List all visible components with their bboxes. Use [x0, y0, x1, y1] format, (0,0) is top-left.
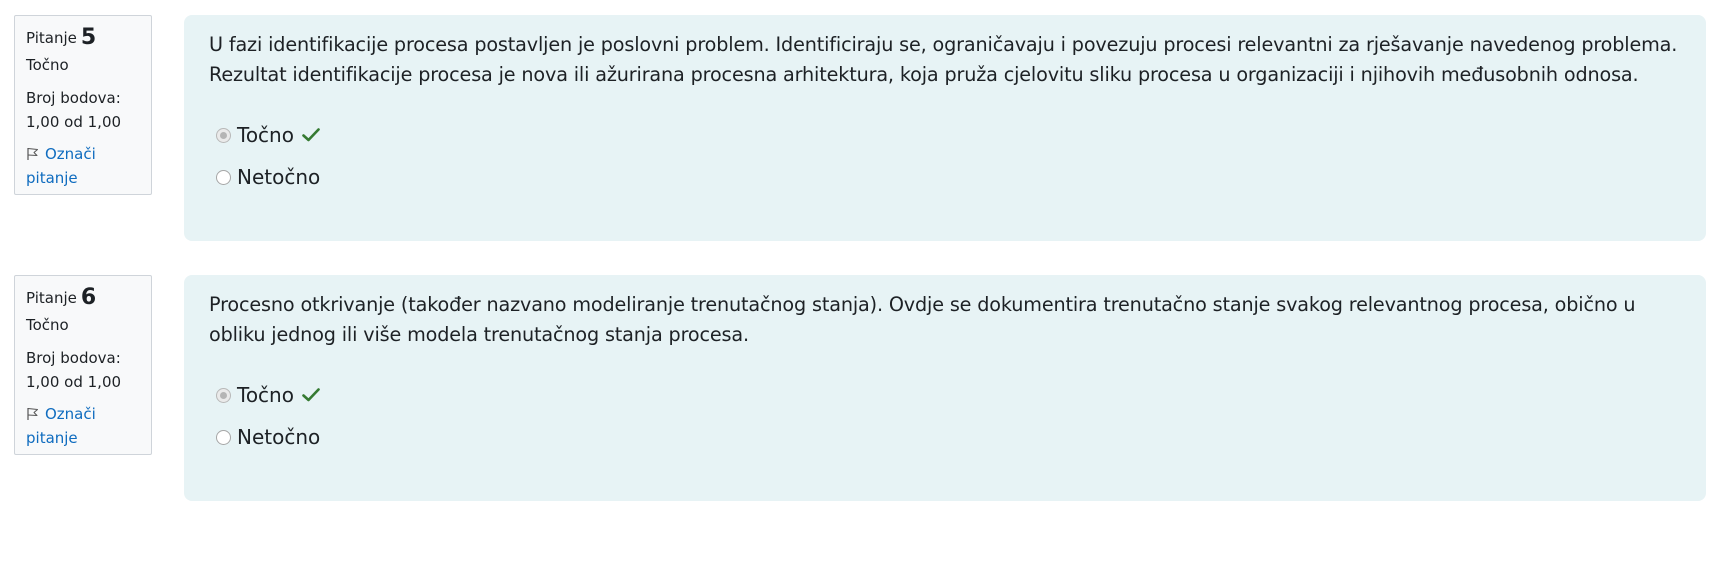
question-number: 6 — [80, 285, 97, 310]
answer-radio[interactable] — [216, 429, 231, 445]
question-text: U fazi identifikacije procesa postavljen… — [209, 33, 1678, 86]
grade-label: Broj bodova: — [26, 89, 121, 107]
grade-value: 1,00 od 1,00 — [26, 373, 122, 391]
flag-icon — [27, 408, 38, 420]
question-state: Točno — [26, 316, 69, 334]
flag-question-link[interactable]: Označi pitanje — [26, 402, 140, 450]
question-info-6: Pitanje 6 Točno Broj bodova: 1,00 od 1,00… — [14, 275, 152, 455]
question-label: Pitanje — [26, 289, 77, 307]
answer-list: Točno Netočno — [209, 374, 1682, 458]
question-content-6: Procesno otkrivanje (također nazvano mod… — [184, 275, 1706, 501]
question-grade: Broj bodova: 1,00 od 1,00 — [26, 86, 140, 134]
flag-icon — [27, 148, 38, 160]
answer-list: Točno Netočno — [209, 114, 1682, 198]
question-number-line: Pitanje 6 — [26, 284, 140, 312]
answer-option-tocno[interactable]: Točno — [209, 374, 1682, 416]
question-state: Točno — [26, 56, 69, 74]
check-icon — [302, 388, 320, 402]
question-number: 5 — [80, 25, 97, 50]
answer-radio-checked[interactable] — [216, 127, 231, 143]
answer-label: Netočno — [237, 165, 321, 189]
answer-option-tocno[interactable]: Točno — [209, 114, 1682, 156]
question-content-5: U fazi identifikacije procesa postavljen… — [184, 15, 1706, 241]
flag-question-link[interactable]: Označi pitanje — [26, 142, 140, 190]
grade-value: 1,00 od 1,00 — [26, 113, 122, 131]
question-grade: Broj bodova: 1,00 od 1,00 — [26, 346, 140, 394]
question-number-line: Pitanje 5 — [26, 24, 140, 52]
answer-label: Točno — [237, 383, 294, 407]
answer-label: Netočno — [237, 425, 321, 449]
answer-option-netocno[interactable]: Netočno — [209, 416, 1682, 458]
check-icon — [302, 128, 320, 142]
answer-option-netocno[interactable]: Netočno — [209, 156, 1682, 198]
grade-label: Broj bodova: — [26, 349, 121, 367]
answer-label: Točno — [237, 123, 294, 147]
answer-radio[interactable] — [216, 169, 231, 185]
question-info-5: Pitanje 5 Točno Broj bodova: 1,00 od 1,00… — [14, 15, 152, 195]
question-text: Procesno otkrivanje (također nazvano mod… — [209, 293, 1636, 346]
question-label: Pitanje — [26, 29, 77, 47]
answer-radio-checked[interactable] — [216, 387, 231, 403]
